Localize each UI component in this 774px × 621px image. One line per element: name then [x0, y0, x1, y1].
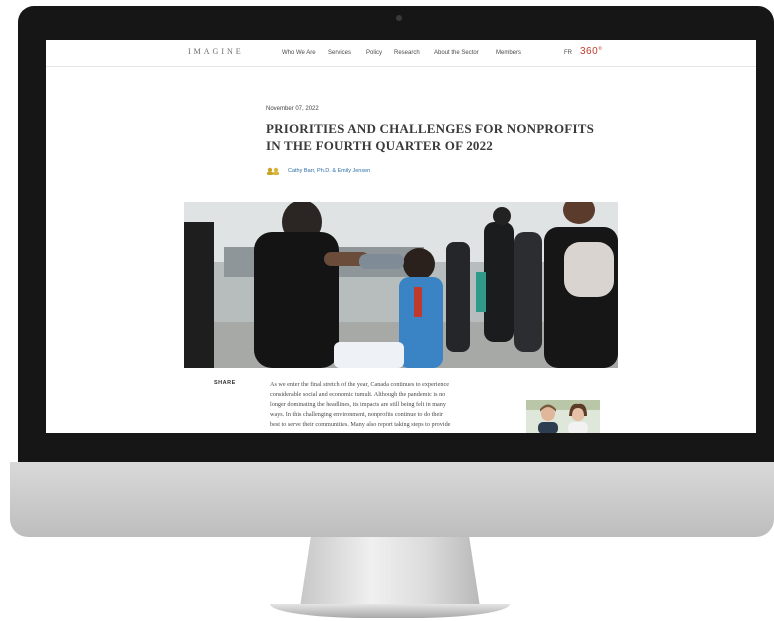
authors-icon [267, 167, 279, 175]
body-line: ways. In this challenging environment, n… [270, 411, 444, 418]
site-header: IMAGINE Who We Are Services Policy Resea… [46, 40, 756, 67]
nav-research[interactable]: Research [394, 50, 420, 56]
nav-members[interactable]: Members [496, 50, 521, 56]
monitor-stand-neck [300, 537, 480, 607]
article-authors[interactable]: Cathy Barr, Ph.D. & Emily Jensen [288, 168, 370, 174]
authors-photo [526, 400, 600, 433]
share-label: SHARE [214, 380, 236, 386]
nav-about-the-sector[interactable]: About the Sector [434, 50, 479, 56]
language-toggle[interactable]: FR [564, 50, 572, 56]
screen: IMAGINE Who We Are Services Policy Resea… [46, 40, 756, 433]
body-line: As we enter the final stretch of the yea… [270, 381, 449, 388]
body-line: considerable social and economic tumult.… [270, 391, 446, 398]
hero-image [184, 202, 618, 368]
article-date: November 07, 2022 [266, 106, 319, 112]
camera-dot [396, 15, 402, 21]
site-logo[interactable]: IMAGINE [188, 47, 244, 56]
nav-who-we-are[interactable]: Who We Are [282, 50, 316, 56]
monitor-chin [10, 462, 774, 537]
nav-services[interactable]: Services [328, 50, 351, 56]
nav-policy[interactable]: Policy [366, 50, 382, 56]
article-title: PRIORITIES AND CHALLENGES FOR NONPROFITS… [266, 121, 594, 153]
monitor-stand-base [270, 604, 510, 618]
article-body: As we enter the final stretch of the yea… [270, 380, 506, 430]
body-line: longer dominating the headlines, its imp… [270, 401, 446, 408]
body-line: best to serve their communities. Many al… [270, 421, 451, 428]
badge-360[interactable]: 360° [580, 46, 603, 57]
